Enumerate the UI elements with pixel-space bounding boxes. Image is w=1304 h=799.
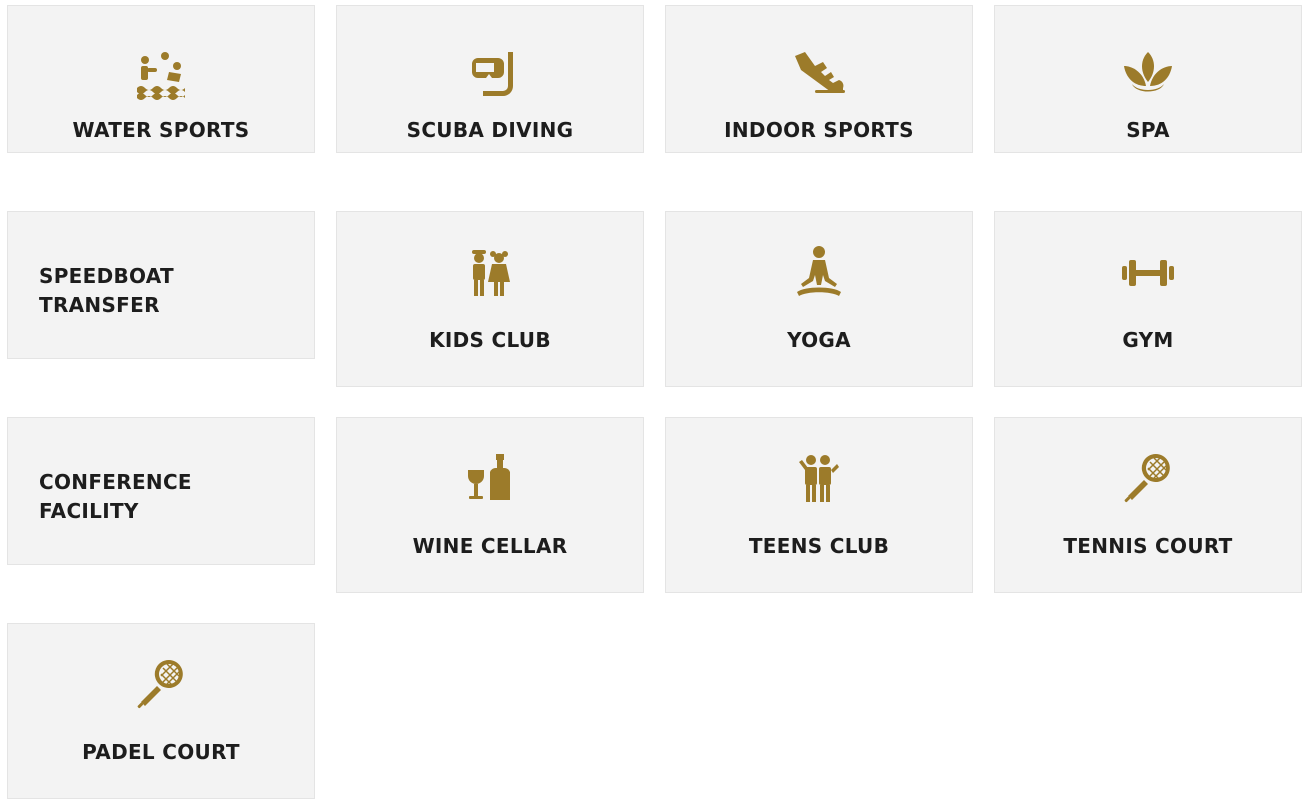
tile-tennis-court[interactable]: TENNIS COURT xyxy=(994,417,1302,593)
teens-icon xyxy=(791,450,847,506)
tile-label: SPA xyxy=(1126,118,1170,142)
tile-gym[interactable]: GYM xyxy=(994,211,1302,387)
tile-label: YOGA xyxy=(787,328,851,352)
tile-teens-club[interactable]: TEENS CLUB xyxy=(665,417,973,593)
tile-spa[interactable]: SPA xyxy=(994,5,1302,153)
tile-scuba-diving[interactable]: SCUBA DIVING xyxy=(336,5,644,153)
tile-label: TEENS CLUB xyxy=(748,534,890,558)
tile-label: SCUBA DIVING xyxy=(406,118,574,142)
water-sports-icon xyxy=(133,46,189,102)
tile-speedboat-transfer[interactable]: SPEEDBOAT TRANSFER xyxy=(7,211,315,359)
tile-label: INDOOR SPORTS xyxy=(724,118,914,142)
kids-icon xyxy=(462,244,518,300)
tile-padel-court[interactable]: PADEL COURT xyxy=(7,623,315,799)
tennis-racket-icon xyxy=(1120,450,1176,506)
tile-label: PADEL COURT xyxy=(82,740,240,764)
tile-kids-club[interactable]: KIDS CLUB xyxy=(336,211,644,387)
tile-conference-facility[interactable]: CONFERENCE FACILITY xyxy=(7,417,315,565)
lotus-icon xyxy=(1120,46,1176,102)
tile-wine-cellar[interactable]: WINE CELLAR xyxy=(336,417,644,593)
tile-yoga[interactable]: YOGA xyxy=(665,211,973,387)
dumbbell-icon xyxy=(1120,244,1176,300)
meditation-icon xyxy=(791,244,847,300)
tile-indoor-sports[interactable]: INDOOR SPORTS xyxy=(665,5,973,153)
tile-label: CONFERENCE FACILITY xyxy=(39,470,192,523)
tile-label: GYM xyxy=(1122,328,1174,352)
sneaker-icon xyxy=(791,46,847,102)
snorkel-mask-icon xyxy=(462,46,518,102)
tile-label: WATER SPORTS xyxy=(72,118,250,142)
padel-racket-icon xyxy=(133,656,189,712)
tile-label: TENNIS COURT xyxy=(1063,534,1233,558)
tile-label: KIDS CLUB xyxy=(429,328,551,352)
wine-icon xyxy=(462,450,518,506)
tile-water-sports[interactable]: WATER SPORTS xyxy=(7,5,315,153)
tile-label: SPEEDBOAT TRANSFER xyxy=(39,264,174,317)
tile-label: WINE CELLAR xyxy=(412,534,568,558)
